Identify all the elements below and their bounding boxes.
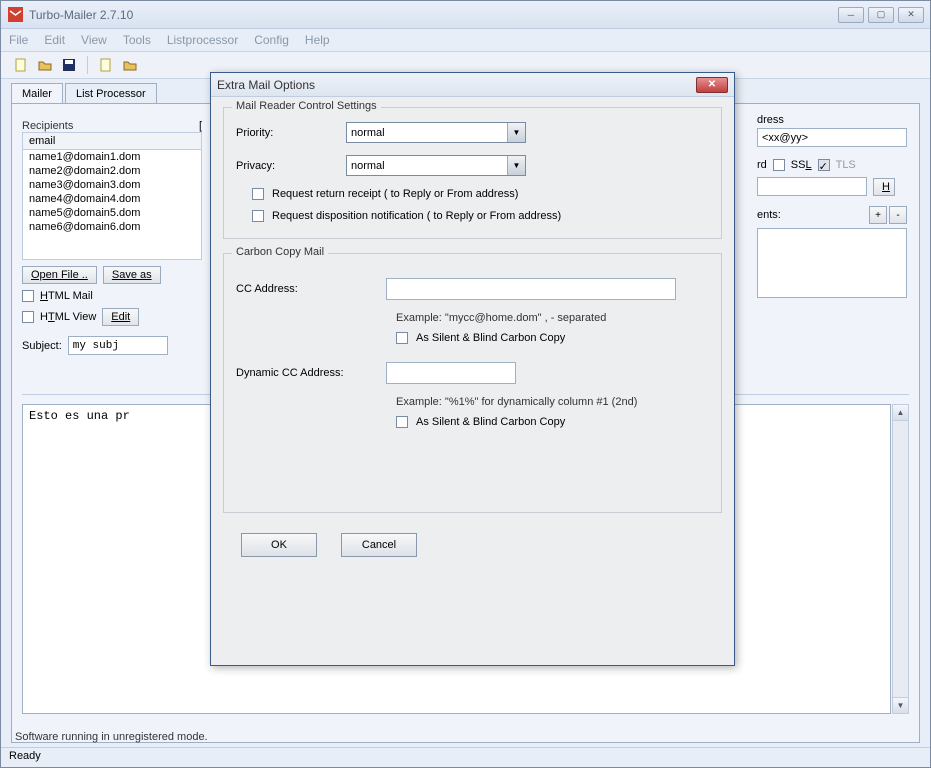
cancel-button[interactable]: Cancel [341, 533, 417, 557]
menu-view[interactable]: View [81, 33, 107, 47]
cc-address-label: CC Address: [236, 283, 386, 295]
address-input[interactable] [757, 128, 907, 147]
menu-listprocessor[interactable]: Listprocessor [167, 33, 238, 47]
toolbar-separator [87, 56, 88, 74]
recipients-header[interactable]: email [22, 132, 202, 150]
subject-input[interactable] [68, 336, 168, 355]
menu-help[interactable]: Help [305, 33, 330, 47]
save-as-button[interactable]: Save as [103, 266, 161, 284]
edit-button[interactable]: Edit [102, 308, 139, 326]
list-item[interactable]: name4@domain4.dom [23, 192, 201, 206]
menu-config[interactable]: Config [254, 33, 289, 47]
dynamic-cc-example: Example: "%1%" for dynamically column #1… [396, 396, 709, 408]
window-controls: ─ ▢ ✕ [838, 7, 924, 23]
save-icon[interactable] [59, 55, 79, 75]
scroll-up-icon[interactable]: ▲ [893, 405, 908, 421]
address-label: dress [757, 114, 907, 126]
mail-reader-settings-group: Mail Reader Control Settings Priority: n… [223, 107, 722, 239]
new2-icon[interactable] [96, 55, 116, 75]
cc-example: Example: "mycc@home.dom" , - separated [396, 312, 709, 324]
return-receipt-label: Request return receipt ( to Reply or Fro… [272, 188, 518, 200]
open-file-button[interactable]: Open File .. [22, 266, 97, 284]
list-item[interactable]: name6@domain6.dom [23, 220, 201, 234]
h-button[interactable]: H [873, 178, 895, 196]
group-legend: Mail Reader Control Settings [232, 100, 381, 112]
priority-value: normal [351, 127, 385, 139]
minimize-button[interactable]: ─ [838, 7, 864, 23]
dynamic-cc-silent-checkbox[interactable] [396, 416, 408, 428]
return-receipt-checkbox[interactable] [252, 188, 264, 200]
dialog-close-button[interactable]: ✕ [696, 77, 728, 93]
maximize-button[interactable]: ▢ [868, 7, 894, 23]
menu-edit[interactable]: Edit [44, 33, 65, 47]
priority-select[interactable]: normal ▼ [346, 122, 526, 143]
registration-status: Software running in unregistered mode. [15, 731, 208, 743]
attachments-list[interactable] [757, 228, 907, 298]
dialog-title: Extra Mail Options [217, 78, 315, 92]
ok-button[interactable]: OK [241, 533, 317, 557]
rd-input[interactable] [757, 177, 867, 196]
extra-mail-options-dialog: Extra Mail Options ✕ Mail Reader Control… [210, 72, 735, 666]
cc-silent-label: As Silent & Blind Carbon Copy [416, 332, 565, 344]
add-attachment-button[interactable]: + [869, 206, 887, 224]
carbon-copy-group: Carbon Copy Mail CC Address: Example: "m… [223, 253, 722, 513]
ssl-checkbox[interactable] [773, 159, 785, 171]
disposition-checkbox[interactable] [252, 210, 264, 222]
window-title: Turbo-Mailer 2.7.10 [29, 8, 133, 22]
open2-icon[interactable] [120, 55, 140, 75]
priority-label: Priority: [236, 127, 346, 139]
open-icon[interactable] [35, 55, 55, 75]
right-panel: dress rd SSL ✓ TLS H ents: + - [757, 114, 907, 298]
list-item[interactable]: name5@domain5.dom [23, 206, 201, 220]
recipients-label: Recipients [22, 120, 73, 132]
dialog-buttons: OK Cancel [223, 527, 722, 569]
new-icon[interactable] [11, 55, 31, 75]
menubar: File Edit View Tools Listprocessor Confi… [1, 29, 930, 51]
cc-silent-checkbox[interactable] [396, 332, 408, 344]
recipients-group: Recipients[ email name1@domain1.dom name… [22, 114, 202, 355]
html-view-checkbox[interactable] [22, 311, 34, 323]
titlebar: Turbo-Mailer 2.7.10 ─ ▢ ✕ [1, 1, 930, 29]
menu-file[interactable]: File [9, 33, 28, 47]
list-item[interactable]: name2@domain2.dom [23, 164, 201, 178]
privacy-select[interactable]: normal ▼ [346, 155, 526, 176]
privacy-value: normal [351, 160, 385, 172]
tab-mailer[interactable]: Mailer [11, 83, 63, 104]
app-icon [7, 7, 23, 23]
statusbar: Ready [1, 747, 930, 767]
dynamic-cc-silent-label: As Silent & Blind Carbon Copy [416, 416, 565, 428]
group-legend: Carbon Copy Mail [232, 246, 328, 258]
attachments-label: ents: [757, 209, 781, 221]
body-scrollbar[interactable]: ▲ ▼ [892, 404, 909, 714]
html-mail-label: HTML Mail [40, 290, 93, 302]
list-item[interactable]: name1@domain1.dom [23, 150, 201, 164]
tls-checkbox: ✓ [818, 159, 830, 171]
dialog-body: Mail Reader Control Settings Priority: n… [211, 97, 734, 579]
list-item[interactable]: name3@domain3.dom [23, 178, 201, 192]
privacy-label: Privacy: [236, 160, 346, 172]
dialog-titlebar: Extra Mail Options ✕ [211, 73, 734, 97]
dynamic-cc-label: Dynamic CC Address: [236, 367, 386, 379]
disposition-label: Request disposition notification ( to Re… [272, 210, 561, 222]
html-mail-checkbox[interactable] [22, 290, 34, 302]
subject-label: Subject: [22, 340, 62, 352]
cc-address-input[interactable] [386, 278, 676, 300]
remove-attachment-button[interactable]: - [889, 206, 907, 224]
rd-label: rd [757, 159, 767, 171]
chevron-down-icon: ▼ [507, 123, 525, 142]
scroll-down-icon[interactable]: ▼ [893, 697, 908, 713]
html-view-label: HTML View [40, 311, 96, 323]
recipients-list[interactable]: name1@domain1.dom name2@domain2.dom name… [22, 150, 202, 260]
tab-list-processor[interactable]: List Processor [65, 83, 157, 104]
chevron-down-icon: ▼ [507, 156, 525, 175]
tls-label: TLS [836, 159, 856, 171]
close-button[interactable]: ✕ [898, 7, 924, 23]
ssl-label: SSL [791, 159, 812, 171]
dynamic-cc-input[interactable] [386, 362, 516, 384]
menu-tools[interactable]: Tools [123, 33, 151, 47]
